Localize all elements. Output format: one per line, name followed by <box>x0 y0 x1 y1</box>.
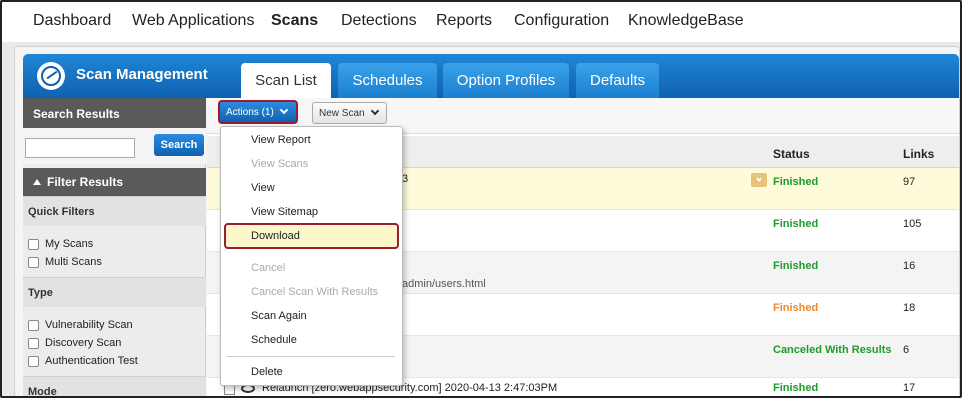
tab-scan-list[interactable]: Scan List <box>241 63 331 98</box>
actions-dropdown-menu <box>220 126 403 386</box>
actions-label: Actions (1) <box>226 106 274 118</box>
column-status[interactable]: Status <box>773 147 810 161</box>
status-badge: Canceled With Results <box>773 344 892 356</box>
links-count: 18 <box>903 302 916 314</box>
links-count: 97 <box>903 176 916 188</box>
module-title: Scan Management <box>76 66 208 83</box>
actions-button[interactable]: Actions (1) <box>218 100 298 124</box>
filter-multi-scans[interactable]: Multi Scans <box>28 256 102 268</box>
filter-label: Discovery Scan <box>45 337 122 349</box>
filter-label: Authentication Test <box>45 355 138 367</box>
nav-dashboard[interactable]: Dashboard <box>33 12 111 30</box>
top-navigation: Dashboard Web Applications Scans Detecti… <box>2 2 960 42</box>
search-results-header: Search Results <box>23 98 206 130</box>
checkbox[interactable] <box>28 256 39 268</box>
status-badge: Finished <box>773 218 819 230</box>
status-badge: Finished <box>773 176 819 188</box>
checkbox[interactable] <box>28 319 39 331</box>
links-count: 16 <box>903 260 916 272</box>
filter-label: My Scans <box>45 238 94 250</box>
links-count: 6 <box>903 344 910 356</box>
collapse-triangle-icon <box>33 179 41 185</box>
filter-discovery-scan[interactable]: Discovery Scan <box>28 337 121 349</box>
checkbox[interactable] <box>28 337 39 349</box>
tab-option-profiles[interactable]: Option Profiles <box>443 63 569 98</box>
nav-knowledgebase[interactable]: KnowledgeBase <box>628 12 744 30</box>
scan-url-fragment: admin/users.html <box>402 278 486 290</box>
new-scan-button[interactable]: New Scan <box>312 102 387 124</box>
tab-defaults[interactable]: Defaults <box>576 63 659 98</box>
menu-item-schedule[interactable]: Schedule <box>251 334 297 346</box>
status-badge: Finished <box>773 302 819 314</box>
filter-results-header[interactable]: Filter Results <box>23 168 206 196</box>
qualys-logo-icon <box>37 62 65 90</box>
menu-divider <box>227 356 395 357</box>
links-count: 17 <box>903 382 916 394</box>
filter-vulnerability-scan[interactable]: Vulnerability Scan <box>28 319 133 331</box>
menu-item-view-scans: View Scans <box>251 158 309 170</box>
quick-filters-heading: Quick Filters <box>23 196 206 226</box>
filter-my-scans[interactable]: My Scans <box>28 238 93 250</box>
menu-item-cancel-with-results: Cancel Scan With Results <box>251 286 379 298</box>
filter-results-label: Filter Results <box>47 175 124 189</box>
app-window: Dashboard Web Applications Scans Detecti… <box>0 0 962 398</box>
links-count: 105 <box>903 218 922 230</box>
filter-authentication-test[interactable]: Authentication Test <box>28 355 138 367</box>
menu-item-download[interactable]: Download <box>251 230 300 242</box>
menu-item-view[interactable]: View <box>251 182 275 194</box>
checkbox[interactable] <box>28 355 39 367</box>
menu-item-view-report[interactable]: View Report <box>251 134 311 146</box>
row-menu-button[interactable] <box>751 173 767 187</box>
nav-web-applications[interactable]: Web Applications <box>132 12 254 30</box>
chevron-down-icon <box>370 106 379 116</box>
menu-item-view-sitemap[interactable]: View Sitemap <box>251 206 318 218</box>
chevron-down-icon <box>756 176 762 182</box>
column-links[interactable]: Links <box>903 147 934 161</box>
status-badge: Finished <box>773 382 819 394</box>
filter-label: Multi Scans <box>45 256 102 268</box>
menu-item-scan-again[interactable]: Scan Again <box>251 310 307 322</box>
search-button[interactable]: Search <box>154 134 204 156</box>
checkbox[interactable] <box>28 238 39 250</box>
filter-sidebar: Search Results Search Filter Results Qui… <box>23 98 206 396</box>
menu-item-delete[interactable]: Delete <box>251 366 283 378</box>
tab-schedules[interactable]: Schedules <box>338 63 437 98</box>
menu-item-cancel: Cancel <box>251 262 286 274</box>
nav-reports[interactable]: Reports <box>436 12 492 30</box>
search-input[interactable] <box>25 138 135 158</box>
new-scan-label: New Scan <box>319 107 365 119</box>
filter-label: Vulnerability Scan <box>45 319 133 331</box>
nav-detections[interactable]: Detections <box>341 12 417 30</box>
type-heading: Type <box>23 277 206 307</box>
chevron-down-icon <box>279 105 289 115</box>
status-badge: Finished <box>773 260 819 272</box>
mode-heading: Mode <box>23 376 206 396</box>
nav-configuration[interactable]: Configuration <box>514 12 609 30</box>
nav-scans[interactable]: Scans <box>271 12 318 30</box>
